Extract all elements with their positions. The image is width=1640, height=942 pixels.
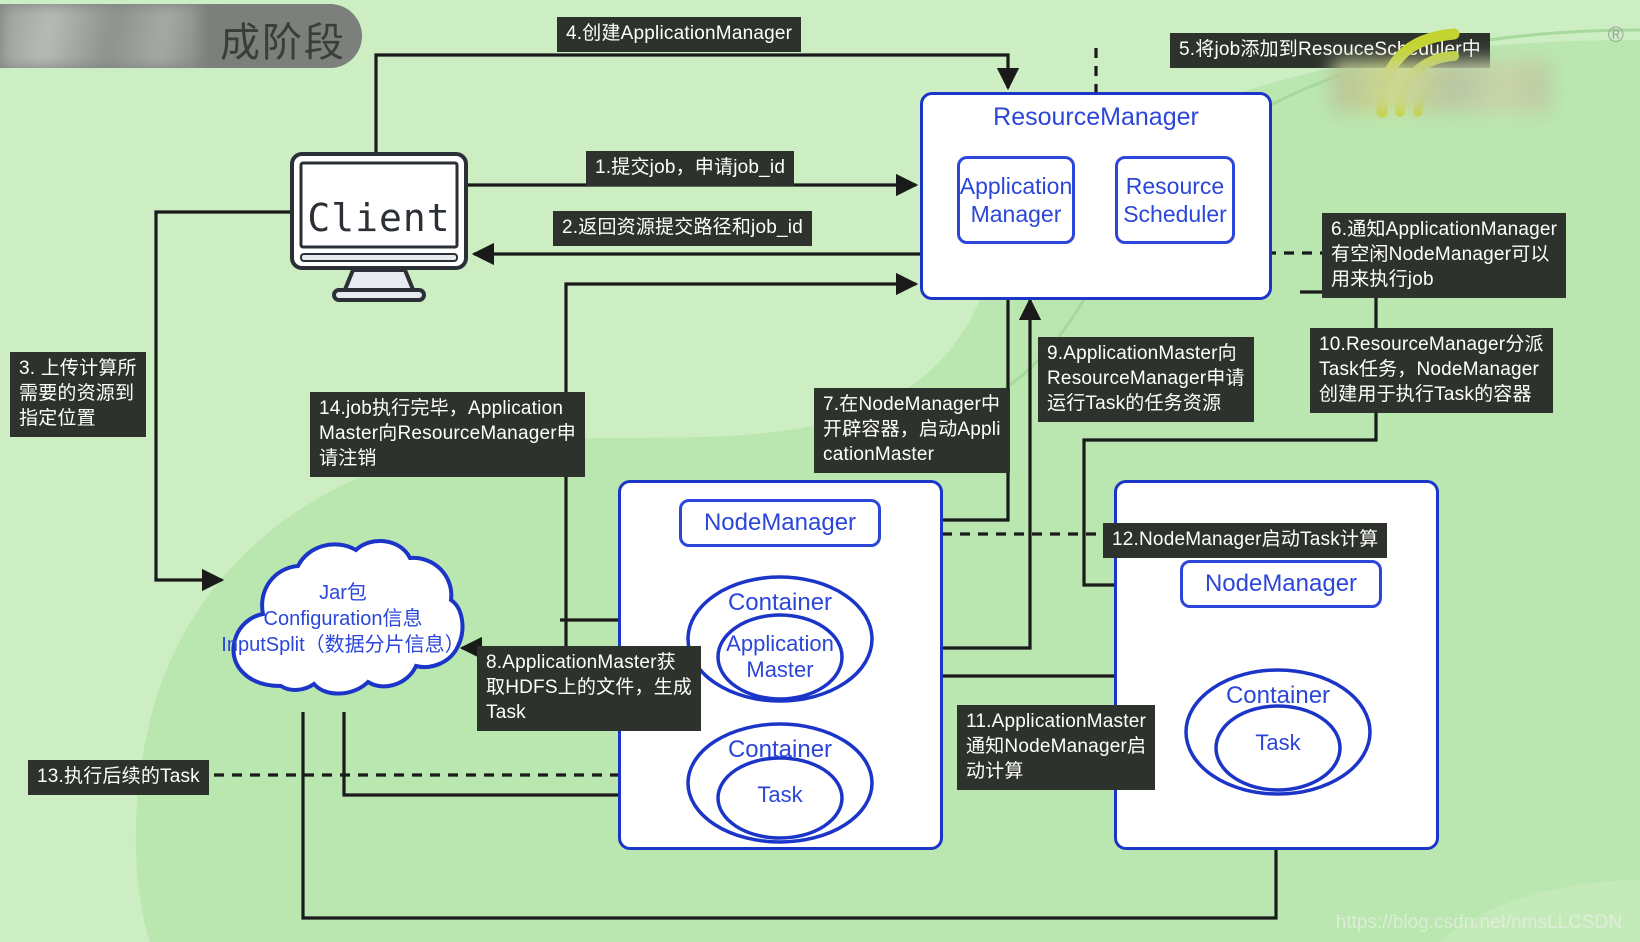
blurred-region bbox=[0, 4, 200, 68]
cloud-line-1: Jar包 bbox=[319, 582, 367, 604]
client-node[interactable]: Client bbox=[290, 152, 468, 302]
step-label-9: 9.ApplicationMaster向 ResourceManager申请 运… bbox=[1038, 337, 1254, 422]
task-label: Task bbox=[757, 782, 803, 807]
container-application-master[interactable]: Container Application Master bbox=[686, 575, 874, 703]
cloud-line-3: InputSplit（数据分片信息） bbox=[221, 634, 465, 656]
cloud-line-2: Configuration信息 bbox=[263, 608, 423, 630]
container-task-left[interactable]: Container Task bbox=[686, 722, 874, 844]
step-label-8: 8.ApplicationMaster获 取HDFS上的文件，生成 Task bbox=[477, 646, 702, 731]
step-label-12: 12.NodeManager启动Task计算 bbox=[1103, 523, 1388, 558]
container-label: Container bbox=[1225, 682, 1331, 709]
step-label-14: 14.job执行完毕，Application Master向ResourceMa… bbox=[310, 392, 585, 477]
hdfs-cloud-node[interactable]: Jar包 Configuration信息 InputSplit（数据分片信息） bbox=[218, 534, 468, 714]
blurred-logo-overlay bbox=[1332, 60, 1550, 112]
step-label-2: 2.返回资源提交路径和job_id bbox=[553, 211, 812, 246]
watermark-url: https://blog.csdn.net/nmsLLCSDN bbox=[1335, 912, 1622, 933]
task-label: Task bbox=[1255, 730, 1301, 755]
application-master-label: Application Master bbox=[726, 631, 834, 682]
step-label-11: 11.ApplicationMaster 通知NodeManager启 动计算 bbox=[957, 705, 1156, 790]
container-label: Container bbox=[727, 589, 833, 616]
step-label-13: 13.执行后续的Task bbox=[28, 760, 209, 795]
cloud-text: Jar包 Configuration信息 InputSplit（数据分片信息） bbox=[218, 580, 468, 658]
application-manager-node[interactable]: Application Manager bbox=[957, 156, 1075, 244]
node-manager-left-title[interactable]: NodeManager bbox=[679, 499, 881, 547]
step-label-6: 6.通知ApplicationManager 有空闲NodeManager可以 … bbox=[1322, 213, 1567, 298]
container-task-right[interactable]: Container Task bbox=[1184, 668, 1372, 796]
step-label-10: 10.ResourceManager分派 Task任务，NodeManager … bbox=[1310, 328, 1553, 413]
node-manager-right-title[interactable]: NodeManager bbox=[1180, 560, 1382, 608]
container-label: Container bbox=[727, 736, 833, 763]
diagram-canvas: Client ResourceManager Application Manag… bbox=[0, 0, 1640, 942]
title-pill-text: 成阶段 bbox=[220, 21, 346, 65]
step-label-3: 3. 上传计算所 需要的资源到 指定位置 bbox=[10, 352, 146, 437]
registered-mark: ® bbox=[1607, 22, 1624, 47]
resource-scheduler-node[interactable]: Resource Scheduler bbox=[1115, 156, 1235, 244]
client-label: Client bbox=[307, 196, 451, 240]
resource-manager-title: ResourceManager bbox=[993, 103, 1199, 131]
step-label-1: 1.提交job，申请job_id bbox=[586, 151, 795, 186]
title-pill: 成阶段 bbox=[0, 4, 362, 68]
step-label-4: 4.创建ApplicationManager bbox=[557, 17, 802, 52]
step-label-7: 7.在NodeManager中 开辟容器，启动Appli cationMaste… bbox=[814, 388, 1010, 473]
